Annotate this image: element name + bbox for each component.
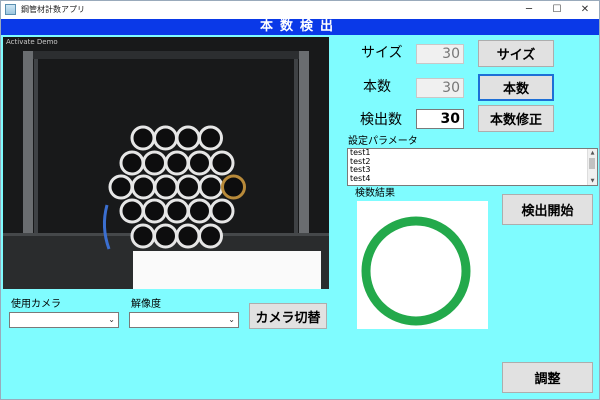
minimize-button[interactable]: ─ (515, 1, 543, 19)
white-card (133, 251, 321, 289)
camera-overlay-text: Activate Demo (6, 38, 58, 46)
pipe-end (209, 198, 235, 224)
pipe-end (131, 174, 156, 200)
size-button[interactable]: サイズ (478, 40, 554, 67)
pipe-end (175, 223, 201, 249)
result-panel (357, 201, 488, 329)
count-value: 30 (416, 78, 464, 98)
size-label: サイズ (361, 45, 403, 61)
title-bar: 鋼管材計数アプリ ─ ☐ ✕ (1, 1, 599, 20)
pipe-end (187, 198, 212, 224)
switch-camera-button[interactable]: カメラ切替 (249, 303, 327, 329)
scroll-up-icon[interactable]: ▲ (588, 149, 597, 157)
pipe-end (209, 150, 235, 176)
params-listbox[interactable]: test1 test2 test3 test4 ▲ ▼ (347, 148, 598, 186)
pipe-end (153, 125, 178, 151)
detected-label: 検出数 (360, 112, 402, 128)
scroll-thumb[interactable] (589, 158, 595, 169)
correct-count-button[interactable]: 本数修正 (478, 105, 554, 132)
window-title: 鋼管材計数アプリ (21, 5, 85, 14)
camera-select-label: 使用カメラ (11, 299, 61, 310)
pipe-end (130, 223, 156, 249)
pipe-end (176, 174, 201, 200)
list-item[interactable]: test2 (348, 157, 597, 167)
resolution-select-label: 解像度 (131, 299, 161, 310)
pipe-end (142, 198, 167, 224)
pipe-end (119, 150, 145, 176)
start-detection-button[interactable]: 検出開始 (502, 194, 593, 225)
params-label: 設定パラメータ (348, 136, 418, 147)
list-item[interactable]: test3 (348, 165, 597, 175)
pipe-end (198, 174, 224, 200)
maximize-button[interactable]: ☐ (543, 1, 571, 19)
count-label: 本数 (363, 79, 391, 95)
pipe-end (187, 150, 212, 176)
pipe-end (142, 150, 167, 176)
camera-preview: Activate Demo (3, 37, 329, 289)
result-label: 検数結果 (355, 188, 395, 199)
pipe-end (198, 125, 223, 151)
chevron-down-icon[interactable]: ⌄ (228, 313, 235, 327)
pipe-end (164, 198, 190, 224)
params-scrollbar[interactable]: ▲ ▼ (587, 149, 597, 185)
detected-count-input[interactable]: 30 (416, 109, 464, 129)
pipe-end (153, 174, 179, 200)
scroll-down-icon[interactable]: ▼ (588, 177, 597, 185)
adjust-button[interactable]: 調整 (502, 362, 593, 393)
chevron-down-icon[interactable]: ⌄ (108, 313, 115, 327)
pipe-end (108, 174, 134, 200)
list-item[interactable]: test1 (348, 149, 597, 158)
pipe-end (221, 174, 246, 200)
camera-select[interactable]: ⌄ (9, 312, 119, 328)
resolution-select[interactable]: ⌄ (129, 312, 239, 328)
app-icon (5, 4, 16, 15)
pipe-end (198, 223, 223, 249)
list-item[interactable]: test4 (348, 174, 597, 184)
count-button[interactable]: 本数 (478, 74, 554, 101)
size-value: 30 (416, 44, 464, 64)
app-window: 鋼管材計数アプリ ─ ☐ ✕ 本数検出 Activate Demo サイズ 30… (0, 0, 600, 400)
pipe-end (119, 198, 145, 224)
pipe-end (130, 125, 156, 151)
pipe-end (153, 223, 178, 249)
close-button[interactable]: ✕ (571, 1, 599, 19)
page-title: 本数検出 (1, 19, 599, 35)
pipe-end (164, 150, 190, 176)
pipe-end (175, 125, 201, 151)
result-ring-icon (361, 216, 471, 326)
